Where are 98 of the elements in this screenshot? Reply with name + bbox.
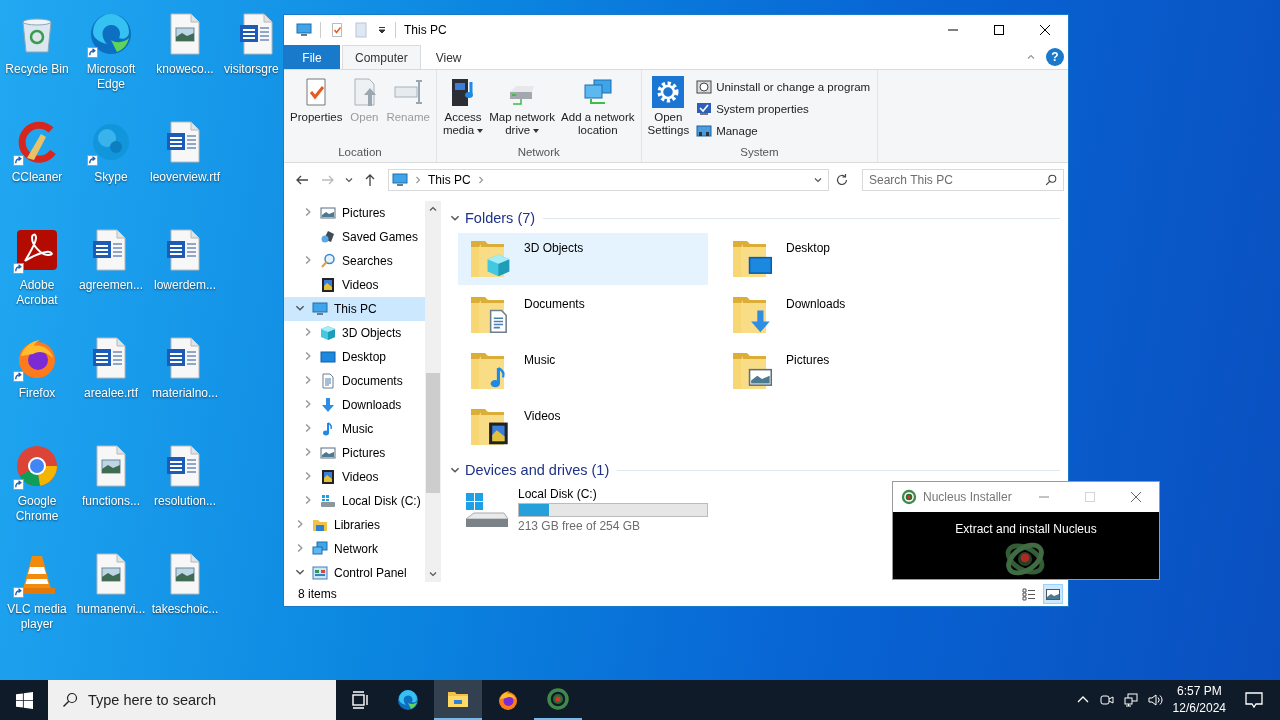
folder-tile[interactable]: Videos (458, 401, 708, 453)
monitor-check-icon (696, 101, 713, 117)
folder-tile[interactable]: Documents (458, 289, 708, 341)
settings-icon (652, 76, 685, 108)
computer-icon[interactable] (296, 22, 312, 38)
help-button[interactable]: ? (1046, 48, 1064, 66)
drive-name: Local Disk (C:) (518, 487, 598, 501)
scrollbar[interactable] (425, 201, 441, 582)
ribbon-button[interactable]: Properties (287, 72, 346, 124)
folder-tile[interactable]: Pictures (720, 345, 970, 397)
nav-tree-item[interactable]: Desktop (284, 345, 425, 369)
clock-date[interactable]: 12/6/2024 (1172, 700, 1226, 717)
nav-tree-item[interactable]: Searches (284, 249, 425, 273)
ribbon-tab[interactable]: View (422, 45, 475, 69)
download-icon (320, 397, 336, 413)
ribbon-group-label: Network (516, 145, 561, 160)
ribbon-button[interactable]: Open Settings (644, 72, 693, 137)
installer-message: Extract and install Nucleus (955, 522, 1097, 536)
folder-tile[interactable]: Desktop (720, 233, 970, 285)
maximize-icon (994, 25, 1004, 35)
nav-tree-item[interactable]: Pictures (284, 441, 425, 465)
taskbar-app-button[interactable] (434, 680, 482, 720)
nav-tree-item[interactable]: Pictures (284, 201, 425, 225)
nav-tree-item[interactable]: Videos (284, 465, 425, 489)
fox-logo-icon (496, 688, 520, 712)
folder-tile[interactable]: Downloads (720, 289, 970, 341)
checklist-icon[interactable] (329, 22, 345, 38)
film-icon (320, 469, 336, 485)
library-icon (312, 517, 328, 533)
window-title: This PC (404, 23, 447, 37)
volume-icon[interactable] (1146, 692, 1163, 708)
windows-logo-icon (15, 691, 33, 709)
search-icon (320, 253, 336, 269)
large-icons-view-icon[interactable] (1044, 585, 1062, 603)
ribbon-tab[interactable]: File (284, 45, 340, 69)
folder-tile[interactable]: 3D Objects (458, 233, 708, 285)
ribbon-button[interactable]: Uninstall or change a program (692, 76, 875, 98)
nav-tree-item[interactable]: Downloads (284, 393, 425, 417)
film-icon (320, 277, 336, 293)
close-icon (1131, 492, 1141, 502)
refresh-icon[interactable] (834, 172, 850, 188)
free-space-text: 213 GB free of 254 GB (518, 519, 642, 533)
games-icon (320, 229, 336, 245)
desktop-icon (320, 349, 336, 365)
nav-tree-item[interactable]: 3D Objects (284, 321, 425, 345)
dropdown-caret-icon[interactable] (377, 25, 387, 35)
disc-box-icon (696, 79, 713, 95)
ribbon-tab[interactable]: Computer (342, 45, 421, 69)
network-icon[interactable] (1122, 692, 1139, 708)
manage-panel-icon (696, 123, 713, 139)
nav-tree-item[interactable]: Local Disk (C:) (284, 489, 425, 513)
address-bar[interactable]: This PC (388, 169, 829, 191)
nav-tree-item[interactable]: Videos (284, 273, 425, 297)
search-field[interactable]: Search This PC (862, 169, 1064, 191)
network-icon (312, 541, 328, 557)
folder-tile[interactable]: Music (458, 345, 708, 397)
picture-icon (320, 445, 336, 461)
breadcrumb[interactable]: This PC (428, 173, 471, 187)
picture-icon (320, 205, 336, 221)
ribbon-button[interactable]: System properties (692, 98, 875, 120)
cube-icon (320, 325, 336, 341)
search-icon (62, 692, 78, 708)
computer-icon (312, 301, 328, 317)
dropdown-chevron-icon[interactable] (813, 175, 823, 185)
search-icon[interactable] (1044, 173, 1058, 187)
atom-logo-icon (546, 687, 570, 711)
nav-tree-item[interactable]: Control Panel (284, 561, 425, 585)
nav-tree-item[interactable]: Saved Games (284, 225, 425, 249)
details-view-icon[interactable] (1020, 585, 1038, 603)
nav-tree-item[interactable]: This PC (284, 297, 425, 321)
close-icon (1040, 25, 1050, 35)
control-panel-icon (312, 565, 328, 581)
taskbar-search-field[interactable]: Type here to search (48, 680, 336, 720)
document-icon (320, 373, 336, 389)
notifications-icon[interactable] (1244, 690, 1264, 710)
ribbon-button[interactable]: Manage (692, 120, 875, 142)
group-header[interactable]: Folders (7) (465, 210, 536, 226)
clock-time[interactable]: 6:57 PM (1176, 683, 1222, 700)
nav-tree-item[interactable]: Libraries (284, 513, 425, 537)
ribbon-group-label: System (739, 145, 780, 160)
maximize-icon (1085, 492, 1095, 502)
drive-icon (320, 493, 336, 509)
swirl-logo-icon (396, 688, 420, 712)
computer-icon (392, 172, 408, 188)
drive-tile[interactable]: Local Disk (C:) 213 GB free of 254 GB (458, 485, 708, 537)
ribbon-button[interactable]: Map network drive (486, 72, 559, 137)
nav-tree-item[interactable]: Documents (284, 369, 425, 393)
nav-tree-item[interactable]: Network (284, 537, 425, 561)
window-title: Nucleus Installer (923, 490, 1012, 504)
ribbon-group-label: Location (337, 145, 383, 160)
recent-locations-icon[interactable] (344, 175, 354, 185)
atom-logo-icon (901, 489, 917, 505)
ribbon-button[interactable]: Add a network location (558, 72, 638, 137)
item-count: 8 items (298, 587, 337, 601)
ribbon-button[interactable]: Access media (439, 72, 487, 137)
nav-tree-item[interactable]: Music (284, 417, 425, 441)
camera-icon[interactable] (1098, 692, 1115, 708)
group-header[interactable]: Devices and drives (1) (465, 462, 610, 478)
